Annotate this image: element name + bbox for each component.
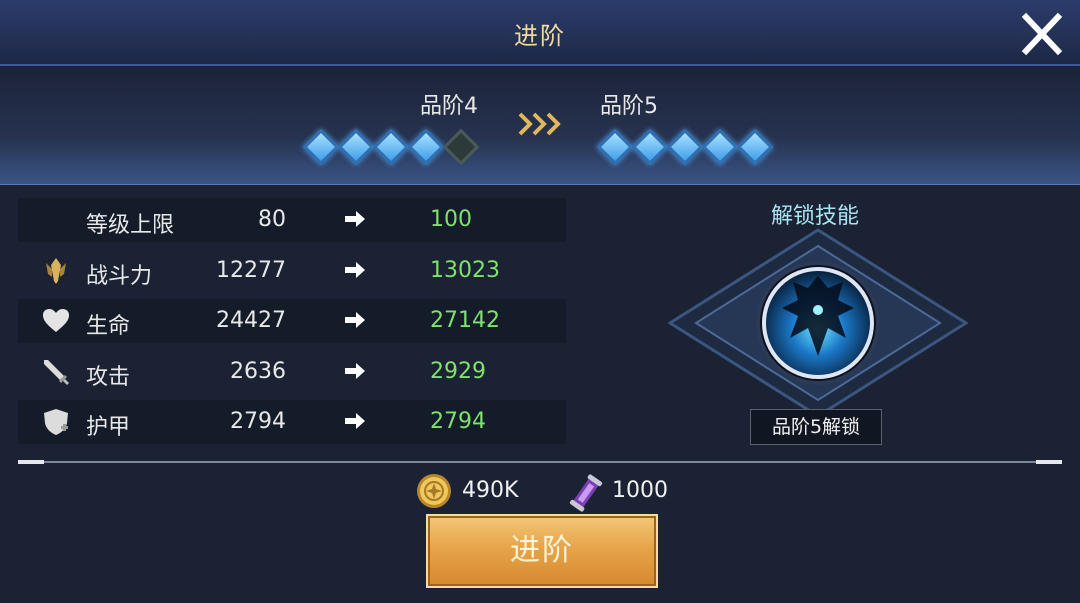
rank-diamond-icon: [302, 128, 340, 166]
current-rank-diamonds: [302, 128, 480, 166]
stat-new-value: 2794: [430, 409, 486, 434]
rank-diamond-icon: [736, 128, 774, 166]
skill-unlock-label: 品阶5解锁: [750, 409, 882, 445]
stat-old-value: 80: [258, 207, 286, 232]
power-icon: [46, 257, 66, 284]
rank-diamond-empty-icon: [442, 128, 480, 166]
divider: [18, 460, 1062, 464]
scroll-cost-value: 1000: [612, 478, 668, 503]
shield-icon: [44, 409, 68, 435]
arrow-right-icon: [345, 211, 365, 227]
stat-row-armor: 护甲 2794 2794: [18, 400, 566, 444]
rank-diamond-icon: [631, 128, 669, 166]
advance-button[interactable]: 进阶: [426, 514, 658, 588]
stat-old-value: 12277: [216, 257, 286, 283]
current-rank-label: 品阶4: [420, 94, 478, 119]
scroll-icon: [569, 474, 603, 512]
stat-row-level-cap: 等级上限 80 100: [18, 198, 566, 242]
stat-new-value: 100: [430, 207, 472, 232]
stat-label: 攻击: [86, 364, 131, 390]
stat-old-value: 24427: [216, 308, 286, 333]
chevron-right-icon: [518, 112, 561, 136]
stat-row-power: 战斗力 12277 13023: [18, 249, 566, 293]
stat-new-value: 13023: [430, 257, 500, 283]
arrow-right-icon: [345, 312, 365, 328]
rank-diamond-icon: [666, 128, 704, 166]
arrow-right-icon: [345, 362, 365, 379]
page-title: 进阶: [514, 22, 566, 50]
skill-icon[interactable]: [668, 228, 968, 418]
stat-label: 等级上限: [86, 213, 175, 238]
arrow-right-icon: [345, 261, 365, 278]
rank-diamond-icon: [372, 128, 410, 166]
stat-new-value: 2929: [430, 358, 486, 384]
sword-icon: [44, 359, 69, 385]
heart-icon: [43, 309, 69, 332]
stat-row-health: 生命 24427 27142: [18, 299, 566, 343]
stats-table: 等级上限 80 100 战斗力 12277 13023 生命 24427 271…: [18, 198, 566, 451]
stat-old-value: 2794: [230, 409, 286, 434]
gold-coin-icon: [417, 474, 451, 508]
stat-label: 生命: [86, 314, 131, 339]
stat-row-attack: 攻击 2636 2929: [18, 350, 566, 394]
gold-cost: 490K: [416, 473, 518, 509]
scroll-cost: 1000: [568, 473, 668, 512]
stat-new-value: 27142: [430, 308, 500, 333]
rank-diamond-icon: [701, 128, 739, 166]
unlock-skill-title: 解锁技能: [770, 204, 859, 229]
close-icon[interactable]: [1020, 12, 1064, 56]
arrow-right-icon: [345, 413, 365, 429]
rank-diamond-icon: [337, 128, 375, 166]
rank-diamond-icon: [596, 128, 634, 166]
gold-cost-value: 490K: [462, 478, 519, 503]
stat-label: 护甲: [86, 415, 131, 440]
stat-old-value: 2636: [230, 358, 286, 384]
next-rank-label: 品阶5: [600, 94, 658, 119]
stat-label: 战斗力: [86, 263, 153, 289]
header-bar: 进阶: [0, 0, 1080, 66]
rank-diamond-icon: [407, 128, 445, 166]
next-rank-diamonds: [596, 128, 774, 166]
